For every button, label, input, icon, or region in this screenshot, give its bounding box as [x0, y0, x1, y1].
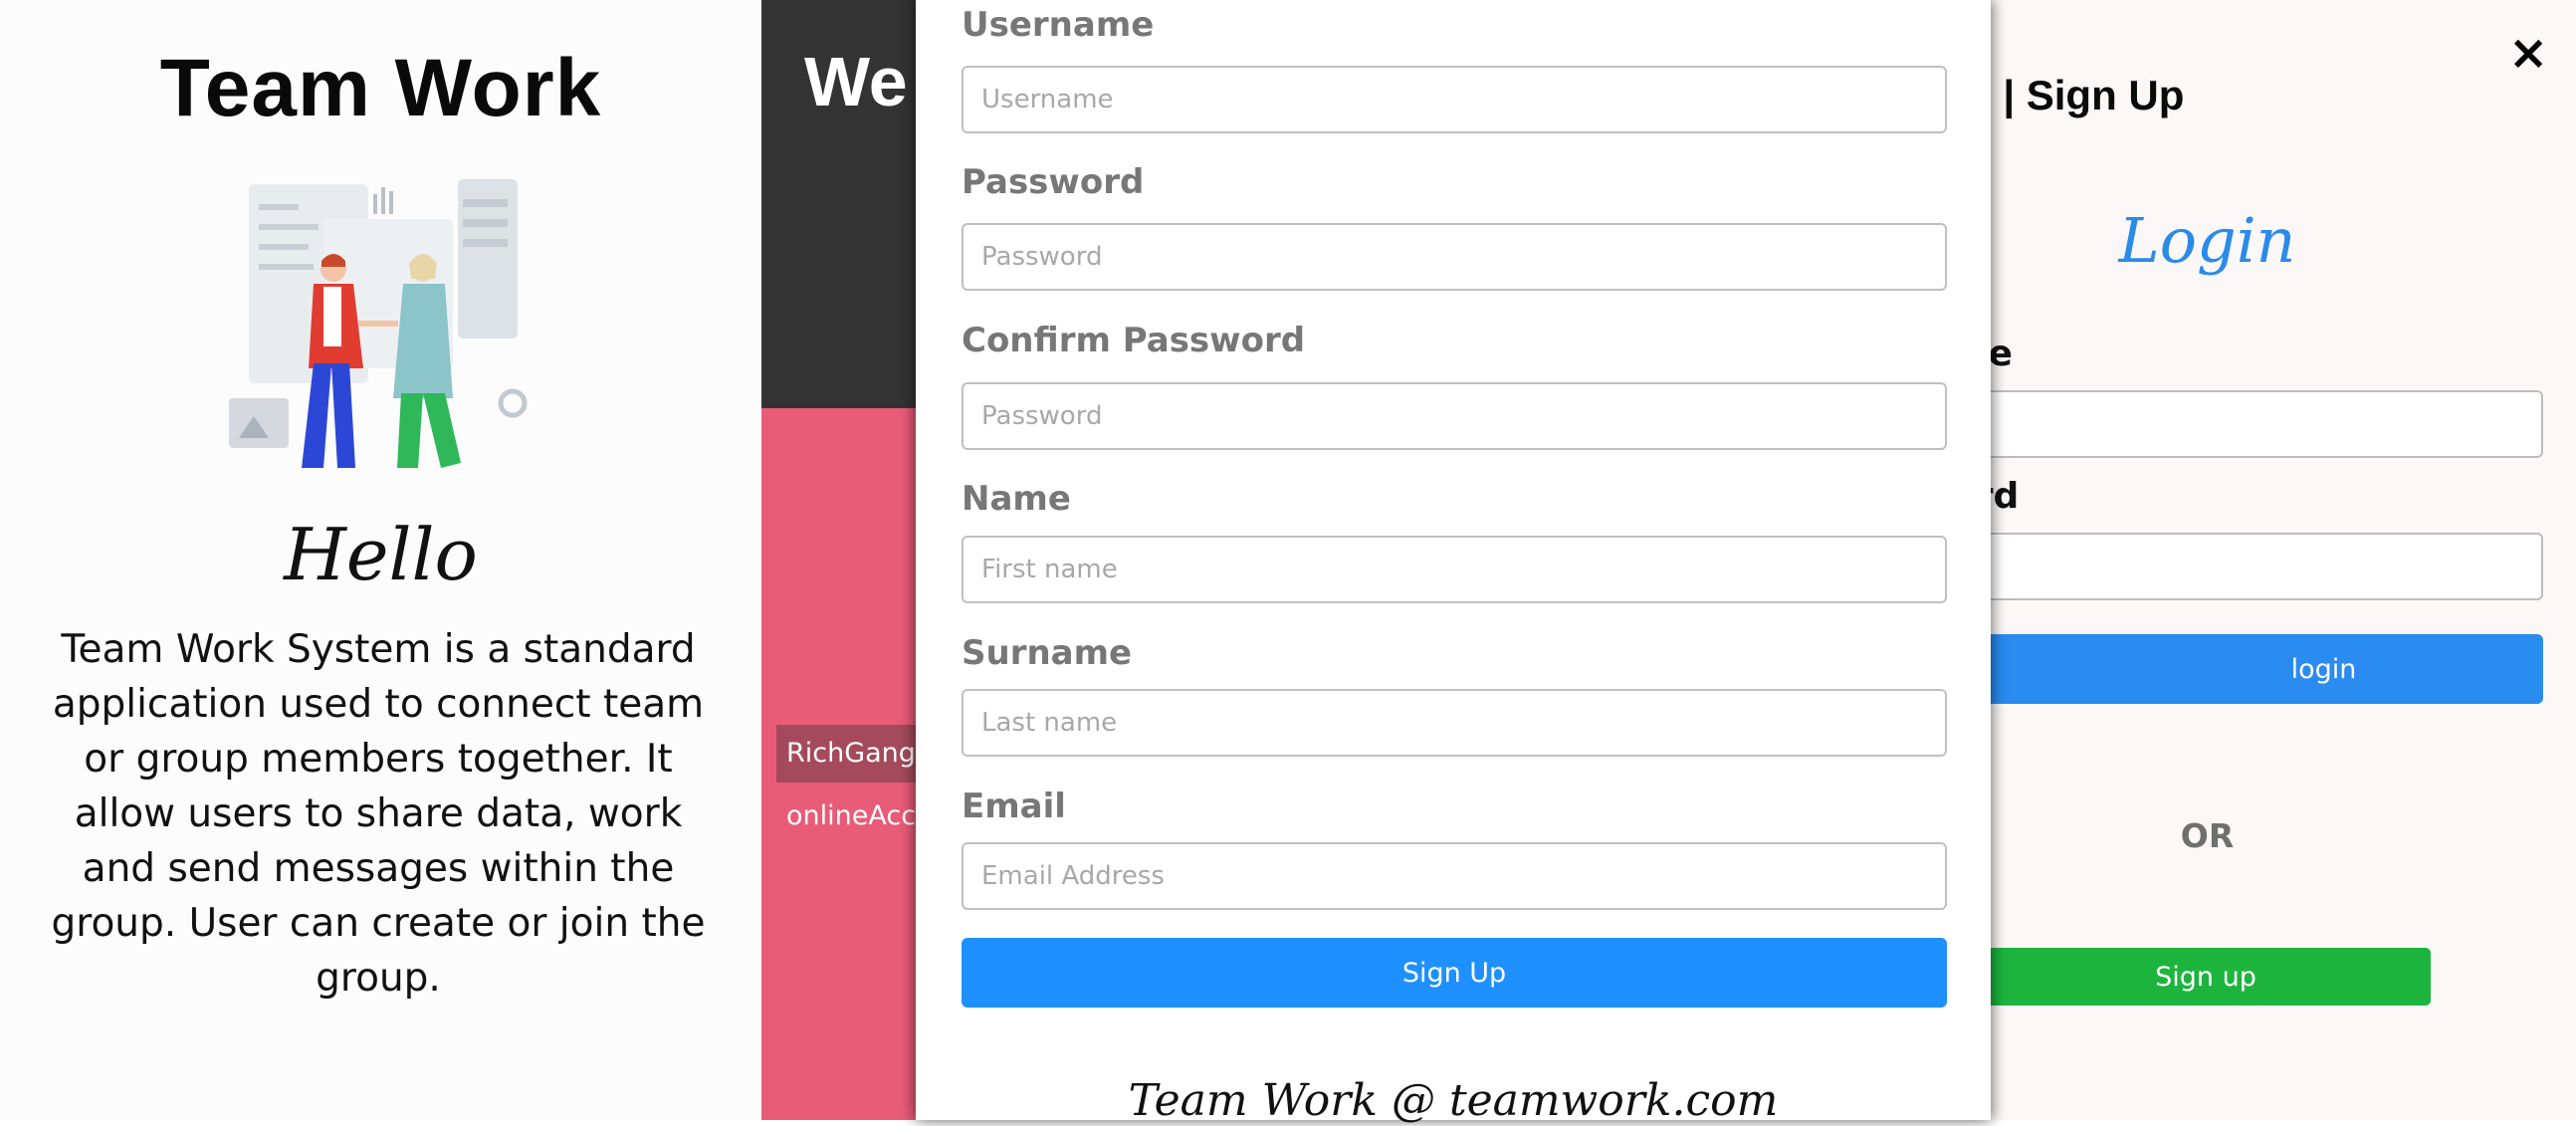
login-heading: Login	[2118, 204, 2296, 277]
username-label: Username	[962, 5, 1155, 45]
last-name-input[interactable]	[962, 689, 1947, 757]
first-name-input[interactable]	[962, 536, 1947, 603]
close-icon[interactable]: ×	[2508, 25, 2548, 81]
email-input[interactable]	[962, 842, 1947, 910]
confirm-password-label: Confirm Password	[962, 321, 1306, 360]
email-label: Email	[962, 787, 1066, 826]
login-signup-title: n | Sign Up	[1966, 72, 2185, 118]
or-divider: OR	[2180, 816, 2235, 855]
password-label: Password	[962, 162, 1145, 202]
signup-modal: Username Password Confirm Password Name …	[916, 0, 1991, 1126]
greeting-heading: Hello	[284, 513, 478, 596]
team-illustration	[229, 179, 528, 468]
group-item-onlineacco[interactable]: onlineAcco	[786, 796, 933, 836]
password-input[interactable]	[962, 223, 1947, 291]
welcome-text: We	[804, 43, 908, 120]
confirm-password-input[interactable]	[962, 382, 1947, 450]
open-signup-button[interactable]: Sign up	[1981, 948, 2431, 1006]
surname-label: Surname	[962, 633, 1133, 673]
intro-panel: Team Work Hello Team Work System is a st…	[0, 0, 761, 1120]
name-label: Name	[962, 479, 1071, 519]
app-title: Team Work	[159, 43, 602, 133]
footer-text: Team Work @ teamwork.com	[1128, 1075, 1779, 1126]
group-item-richgang[interactable]: RichGang	[776, 725, 916, 783]
username-input[interactable]	[962, 66, 1947, 133]
signup-submit-button[interactable]: Sign Up	[962, 938, 1947, 1008]
app-description: Team Work System is a standard applicati…	[51, 627, 706, 1001]
